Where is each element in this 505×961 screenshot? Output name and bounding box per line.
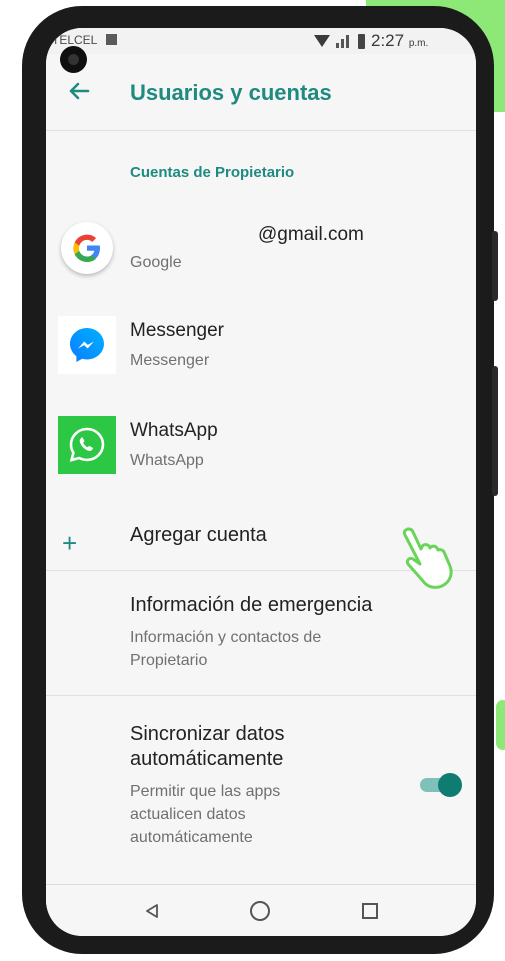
- carrier-label: TELCEL: [52, 33, 98, 47]
- hand-pointer-icon: [402, 527, 453, 589]
- clock-suffix: p.m.: [408, 38, 429, 49]
- status-bar: TELCEL 2:27 p.m.: [46, 28, 476, 54]
- account-title: @gmail.com: [258, 224, 364, 245]
- whatsapp-icon: [58, 416, 116, 474]
- status-icons: 2:27 p.m.: [314, 31, 428, 51]
- arrow-left-icon: [69, 82, 90, 100]
- account-title: Messenger: [130, 320, 224, 341]
- signal-icon: [336, 34, 352, 48]
- square-recents-icon[interactable]: [362, 903, 378, 919]
- sync-title: Sincronizar datos automáticamente: [130, 723, 285, 770]
- clock: 2:27 p.m.: [371, 31, 428, 51]
- clock-time: 2:27: [371, 31, 405, 50]
- sync-subtitle: Permitir que las apps actualicen datos a…: [130, 783, 281, 846]
- account-subtitle: Messenger: [130, 352, 210, 369]
- account-row-google[interactable]: @gmail.com Google: [46, 208, 476, 288]
- back-button[interactable]: [64, 76, 94, 106]
- account-subtitle: WhatsApp: [130, 452, 204, 469]
- emergency-title: Información de emergencia: [130, 594, 373, 616]
- app-bar: Usuarios y cuentas: [46, 54, 476, 131]
- account-row-messenger[interactable]: Messenger Messenger: [46, 308, 476, 388]
- front-camera: [60, 46, 87, 73]
- notification-icon: [106, 34, 117, 45]
- circle-home-icon[interactable]: [250, 901, 270, 921]
- account-subtitle: Google: [130, 254, 182, 271]
- green-highlight-tab: [496, 700, 505, 750]
- plus-icon: +: [62, 528, 78, 558]
- triangle-back-icon[interactable]: [144, 903, 160, 919]
- power-button: [492, 366, 498, 496]
- volume-button: [492, 231, 498, 301]
- section-header-owner-accounts: Cuentas de Propietario: [130, 164, 295, 181]
- google-icon: [61, 222, 113, 274]
- divider: [46, 695, 476, 696]
- page-title: Usuarios y cuentas: [130, 80, 332, 105]
- account-title: WhatsApp: [130, 420, 218, 441]
- account-row-whatsapp[interactable]: WhatsApp WhatsApp: [46, 408, 476, 488]
- emergency-subtitle: Información y contactos de Propietario: [130, 629, 322, 669]
- screen: TELCEL 2:27 p.m. Usuarios y cuentas Cuen…: [46, 28, 476, 936]
- add-account-label: Agregar cuenta: [130, 524, 267, 546]
- navigation-bar: [46, 884, 476, 936]
- battery-icon: [358, 33, 365, 49]
- sync-toggle[interactable]: [420, 773, 462, 797]
- wifi-icon: [314, 35, 330, 47]
- toggle-thumb: [438, 773, 462, 797]
- messenger-icon: [58, 316, 116, 374]
